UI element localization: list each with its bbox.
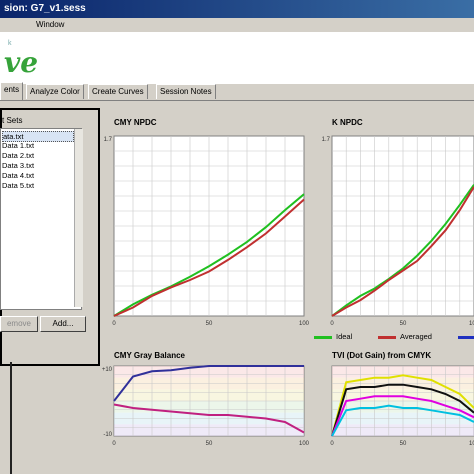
chart-title-cmy-gray-balance: CMY Gray Balance: [114, 351, 185, 360]
x-tick-label: 50: [400, 441, 407, 447]
x-tick-label: 0: [112, 441, 116, 447]
chart-title-cmy-npdc: CMY NPDC: [114, 118, 157, 127]
app-logo: ve: [4, 46, 39, 79]
tab-session-notes[interactable]: Session Notes: [156, 84, 216, 99]
chart-cmy-npdc: 0 50 100 1.7: [104, 135, 310, 327]
x-tick-label: 100: [469, 321, 474, 327]
window-title: sion: G7_v1.sess: [4, 3, 86, 14]
remove-button[interactable]: emove: [0, 316, 38, 332]
legend-swatch-averaged: [378, 336, 396, 339]
tab-label: Analyze Color: [30, 87, 80, 96]
add-button[interactable]: Add...: [40, 316, 86, 332]
data-sets-title: t Sets: [2, 116, 23, 125]
list-item[interactable]: Data 4.txt: [2, 171, 34, 180]
tab-analyze-color[interactable]: Analyze Color: [26, 84, 84, 99]
list-item[interactable]: Data 5.txt: [2, 181, 34, 190]
menu-bar: Window: [0, 18, 474, 32]
x-tick-label: 50: [206, 441, 213, 447]
list-item[interactable]: Data 2.txt: [2, 151, 34, 160]
tab-label: Create Curves: [92, 87, 144, 96]
x-tick-label: 0: [330, 321, 334, 327]
x-tick-label: 100: [469, 441, 474, 447]
legend-swatch-third: [458, 336, 474, 339]
y-tick-label: 1.7: [104, 137, 113, 143]
divider-line: [10, 362, 12, 474]
tab-label: ents: [4, 85, 20, 94]
legend-label-ideal: Ideal: [336, 332, 353, 341]
tab-create-curves[interactable]: Create Curves: [88, 84, 148, 99]
chart-title-k-npdc: K NPDC: [332, 118, 363, 127]
chart-cmy-gray-balance: 0 50 100 +10 -10: [102, 365, 310, 447]
list-scrollbar[interactable]: [74, 129, 83, 307]
menu-item-window[interactable]: Window: [36, 18, 64, 32]
legend-label-averaged: Averaged: [400, 332, 432, 341]
x-tick-label: 50: [206, 321, 213, 327]
chart-tvi: 0 50 100: [330, 365, 474, 447]
list-item[interactable]: Data 1.txt: [2, 141, 34, 150]
x-tick-label: 50: [400, 321, 407, 327]
tab-data-sets[interactable]: ents: [0, 82, 24, 100]
chart-title-tvi: TVI (Dot Gain) from CMYK: [332, 351, 432, 360]
logo-banner: [0, 32, 474, 84]
chart-k-npdc: 0 50 100 1.7: [322, 135, 474, 327]
y-tick-label: -10: [103, 432, 112, 438]
window-title-bar[interactable]: sion: G7_v1.sess: [0, 0, 474, 18]
tab-label: Session Notes: [160, 87, 212, 96]
x-tick-label: 0: [330, 441, 334, 447]
x-tick-label: 100: [299, 441, 310, 447]
x-tick-label: 100: [299, 321, 310, 327]
legend-swatch-ideal: [314, 336, 332, 339]
y-tick-label: 1.7: [322, 137, 331, 143]
list-item[interactable]: Data 3.txt: [2, 161, 34, 170]
y-tick-label: +10: [102, 367, 113, 373]
x-tick-label: 0: [112, 321, 116, 327]
